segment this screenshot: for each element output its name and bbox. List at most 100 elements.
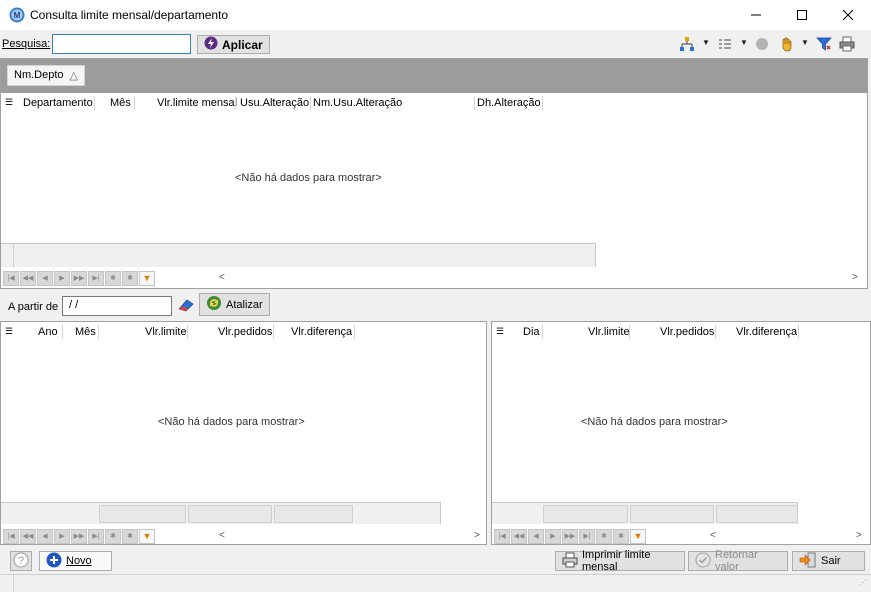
navigator-filter-icon[interactable]: ▼	[139, 270, 155, 286]
exit-label: Sair	[821, 555, 841, 567]
new-button[interactable]: Novo	[39, 551, 112, 571]
col-mes[interactable]: Mês	[110, 97, 131, 109]
scroll-left-icon[interactable]: <	[219, 530, 225, 541]
scroll-right-icon[interactable]: >	[856, 530, 862, 541]
prev-record-icon[interactable]: ◀	[37, 528, 53, 544]
scroll-right-icon[interactable]: >	[852, 272, 858, 283]
hierarchy-dropdown-icon[interactable]: ▼	[702, 38, 710, 47]
update-label: Atalizar	[226, 298, 263, 311]
hierarchy-icon[interactable]	[678, 35, 696, 53]
printer-icon	[562, 552, 578, 571]
exit-door-icon	[799, 552, 817, 571]
help-icon: ?	[13, 552, 29, 571]
check-circle-icon	[695, 552, 711, 571]
new-label: Novo	[66, 555, 92, 567]
last-record-icon[interactable]: ▶|	[579, 528, 595, 544]
department-limits-grid: Nm.Depto △ ☰ Departamento Mês Vlr.limite…	[0, 58, 868, 289]
navigator-filter-icon[interactable]: ▼	[139, 528, 155, 544]
insert-record-icon[interactable]: ✱	[105, 528, 121, 544]
app-icon: M	[9, 7, 25, 23]
return-value-button[interactable]: Retornar valor	[688, 549, 788, 573]
update-button[interactable]: Atalizar	[199, 293, 270, 316]
last-record-icon[interactable]: ▶|	[88, 528, 104, 544]
month-summary-cells	[99, 505, 353, 523]
list-dropdown-icon[interactable]: ▼	[740, 38, 748, 47]
circle-icon	[753, 35, 771, 53]
help-button[interactable]: ?	[10, 551, 32, 571]
first-record-icon[interactable]: |◀	[494, 528, 510, 544]
printer-icon[interactable]	[838, 35, 856, 53]
scroll-left-icon[interactable]: <	[710, 530, 716, 541]
col-dia[interactable]: Dia	[523, 326, 540, 338]
day-grid-navigator: |◀ ◀◀ ◀ ▶ ▶▶ ▶| ✱ ✱ ▼	[494, 527, 646, 545]
first-record-icon[interactable]: |◀	[3, 528, 19, 544]
hand-icon[interactable]	[778, 35, 796, 53]
svg-text:M: M	[14, 11, 21, 20]
col-vlr-pedidos[interactable]: Vlr.pedidos	[660, 326, 714, 338]
next-record-icon[interactable]: ▶	[54, 528, 70, 544]
prev-page-icon[interactable]: ◀◀	[511, 528, 527, 544]
prev-page-icon[interactable]: ◀◀	[20, 528, 36, 544]
empty-grid-message: <Não há dados para mostrar>	[158, 416, 305, 428]
apply-button[interactable]: Aplicar	[197, 35, 270, 54]
top-grid-header: ☰ Departamento Mês Vlr.limite mensal Usu…	[1, 94, 867, 112]
window-title: Consulta limite mensal/departamento	[30, 8, 229, 22]
day-grid-footer	[492, 502, 798, 524]
prev-record-icon[interactable]: ◀	[37, 270, 53, 286]
day-column-chooser-icon[interactable]: ☰	[496, 326, 504, 337]
daily-limits-grid: ☰ Dia Vlr.limite Vlr.pedidos Vlr.diferen…	[491, 321, 871, 545]
filter-icon[interactable]	[815, 35, 833, 53]
clear-date-button[interactable]	[175, 296, 197, 316]
navigator-filter-icon[interactable]: ▼	[630, 528, 646, 544]
search-input[interactable]	[52, 34, 191, 54]
col-ano[interactable]: Ano	[38, 326, 58, 338]
next-page-icon[interactable]: ▶▶	[562, 528, 578, 544]
scroll-left-icon[interactable]: <	[219, 272, 225, 283]
insert-record-icon[interactable]: ✱	[596, 528, 612, 544]
col-vlr-diferenca[interactable]: Vlr.diferença	[291, 326, 352, 338]
prev-page-icon[interactable]: ◀◀	[20, 270, 36, 286]
from-date-input[interactable]: / /	[62, 296, 172, 316]
month-column-chooser-icon[interactable]: ☰	[5, 326, 13, 337]
col-vlr-limite[interactable]: Vlr.limite	[145, 326, 187, 338]
monthly-limits-grid: ☰ Ano Mês Vlr.limite Vlr.pedidos Vlr.dif…	[0, 321, 487, 545]
print-monthly-limit-button[interactable]: Imprimir limite mensal	[555, 549, 685, 573]
hand-dropdown-icon[interactable]: ▼	[801, 38, 809, 47]
prev-record-icon[interactable]: ◀	[528, 528, 544, 544]
col-nm-usu-alteracao[interactable]: Nm.Usu.Alteração	[313, 97, 402, 109]
list-view-icon[interactable]	[716, 35, 734, 53]
resize-grip-icon[interactable]: ⋰	[859, 578, 867, 587]
col-usu-alteracao[interactable]: Usu.Alteração	[240, 97, 309, 109]
refresh-icon	[206, 295, 222, 314]
next-record-icon[interactable]: ▶	[545, 528, 561, 544]
append-record-icon[interactable]: ✱	[122, 528, 138, 544]
col-departamento[interactable]: Departamento	[23, 97, 93, 109]
last-record-icon[interactable]: ▶|	[88, 270, 104, 286]
append-record-icon[interactable]: ✱	[122, 270, 138, 286]
top-grid-navigator: |◀ ◀◀ ◀ ▶ ▶▶ ▶| ✱ ✱ ▼	[3, 269, 155, 287]
col-vlr-pedidos[interactable]: Vlr.pedidos	[218, 326, 272, 338]
minimize-button[interactable]	[733, 0, 779, 30]
next-page-icon[interactable]: ▶▶	[71, 528, 87, 544]
close-button[interactable]	[825, 0, 871, 30]
insert-record-icon[interactable]: ✱	[105, 270, 121, 286]
group-chip-nm-depto[interactable]: Nm.Depto △	[7, 65, 85, 86]
add-icon	[46, 552, 62, 571]
svg-text:?: ?	[18, 555, 24, 567]
column-chooser-icon[interactable]: ☰	[5, 97, 13, 108]
return-label: Retornar valor	[715, 549, 758, 573]
append-record-icon[interactable]: ✱	[613, 528, 629, 544]
status-bar: ⋰	[0, 574, 871, 592]
col-vlr-limite[interactable]: Vlr.limite	[588, 326, 630, 338]
col-mes[interactable]: Mês	[75, 326, 96, 338]
first-record-icon[interactable]: |◀	[3, 270, 19, 286]
month-grid-header: ☰ Ano Mês Vlr.limite Vlr.pedidos Vlr.dif…	[1, 323, 486, 341]
maximize-button[interactable]	[779, 0, 825, 30]
col-dh-alteracao[interactable]: Dh.Alteração	[477, 97, 541, 109]
col-vlr-limite-mensal[interactable]: Vlr.limite mensal	[157, 97, 237, 109]
col-vlr-diferenca[interactable]: Vlr.diferença	[736, 326, 797, 338]
exit-button[interactable]: Sair	[792, 551, 865, 571]
scroll-right-icon[interactable]: >	[474, 530, 480, 541]
next-record-icon[interactable]: ▶	[54, 270, 70, 286]
next-page-icon[interactable]: ▶▶	[71, 270, 87, 286]
